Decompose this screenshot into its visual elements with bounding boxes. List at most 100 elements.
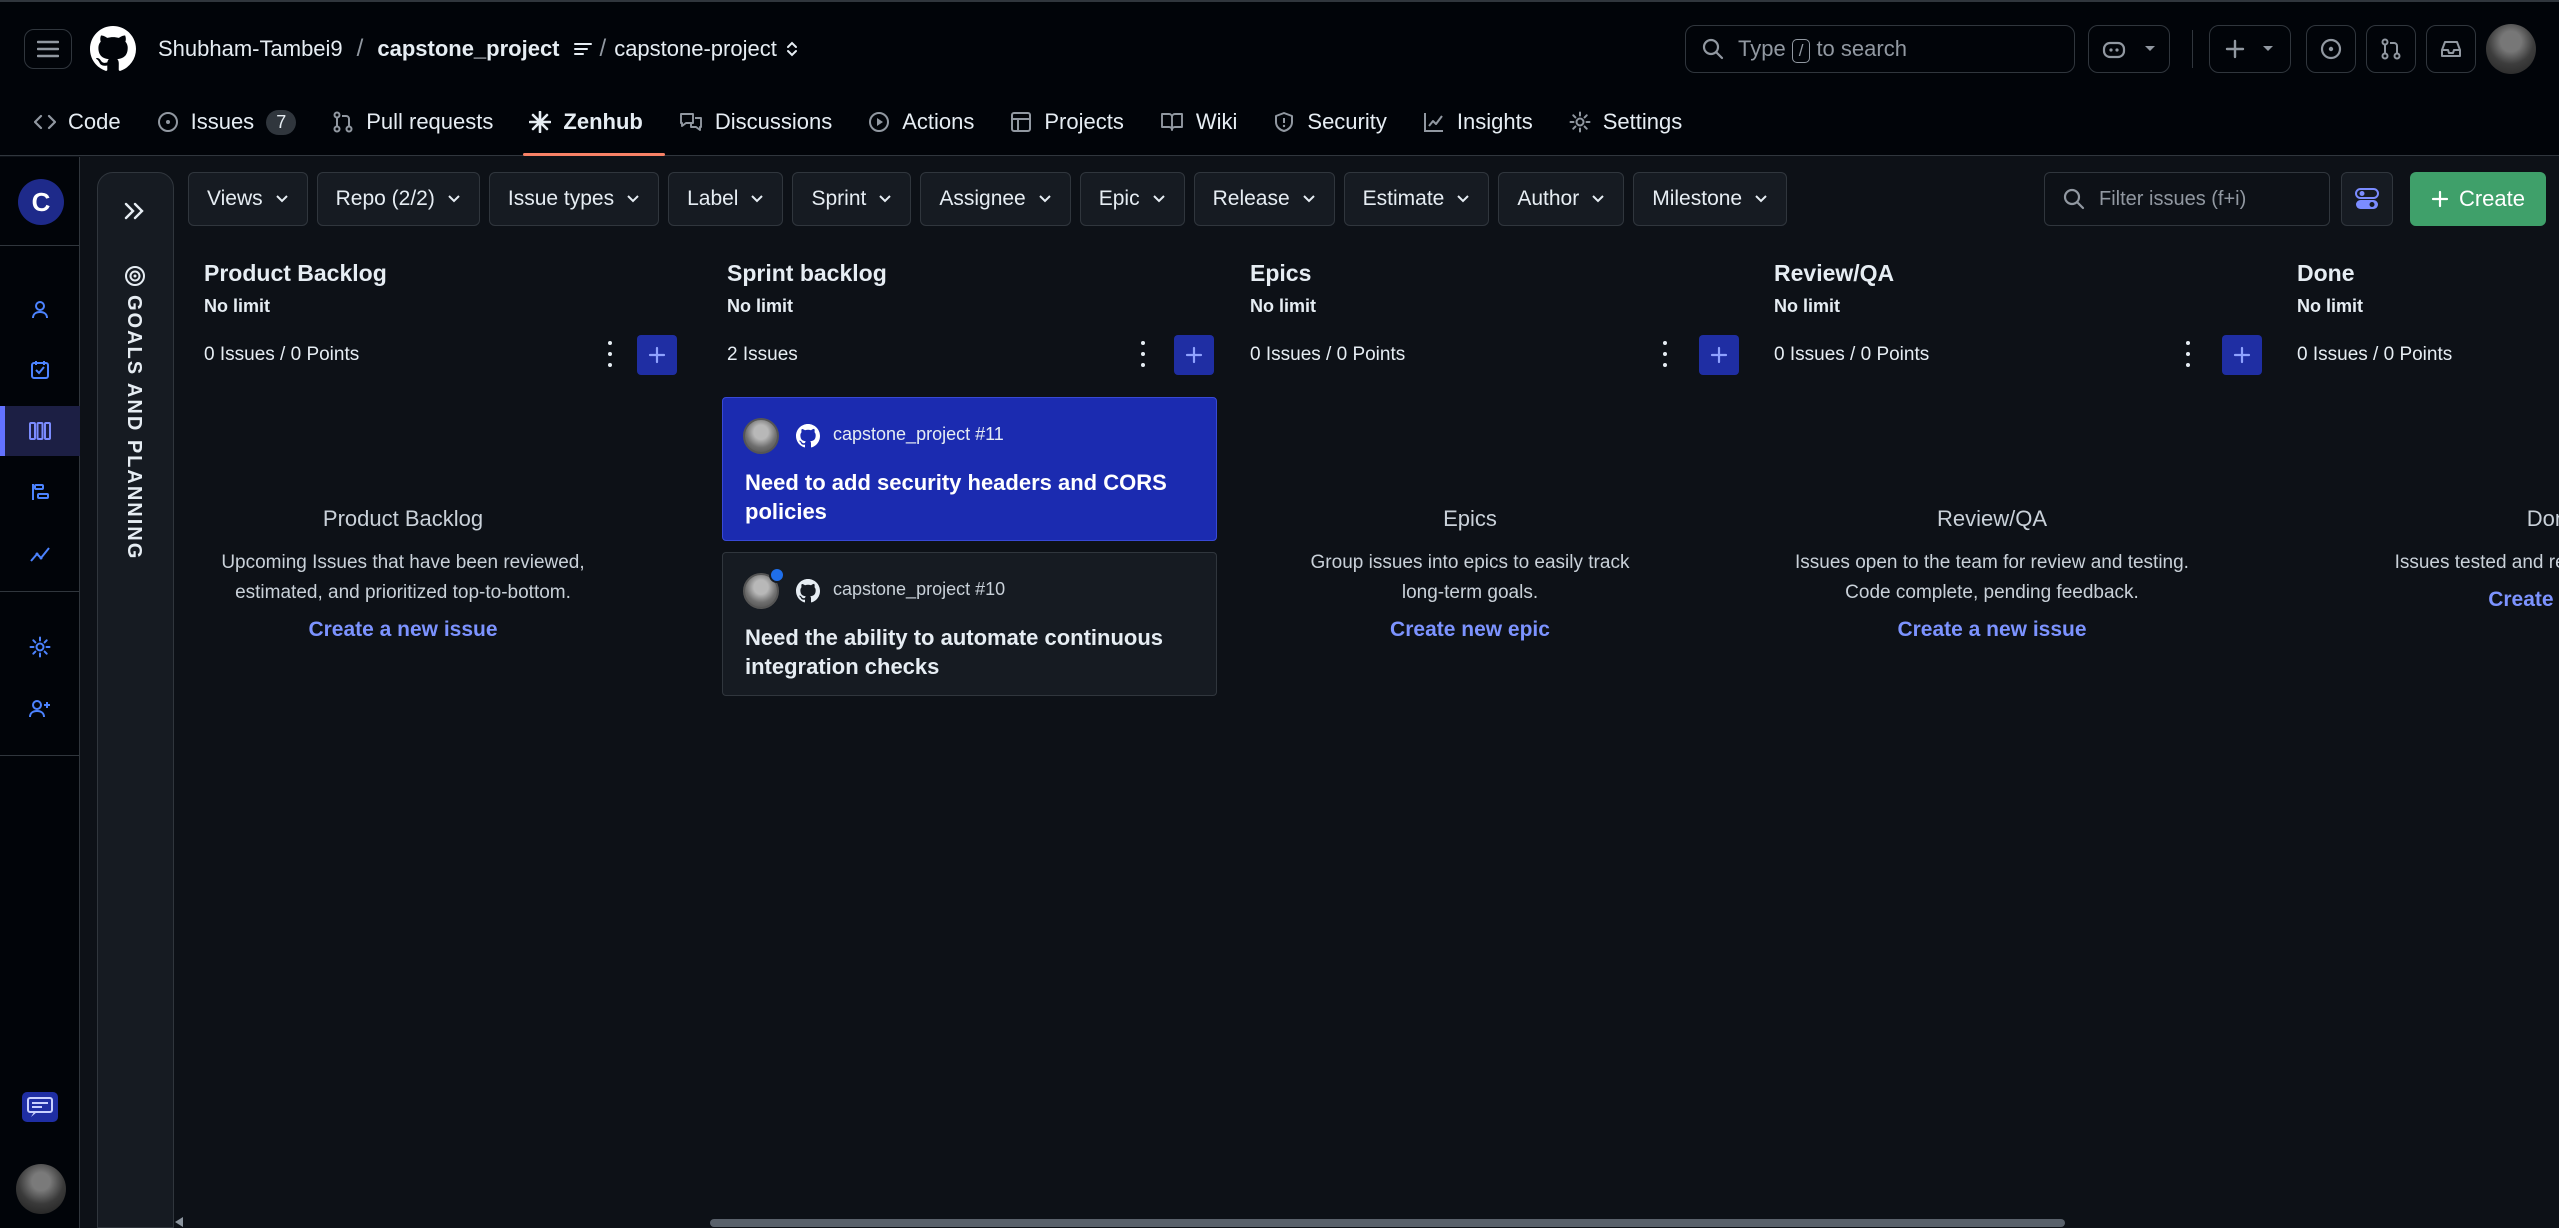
workspace-avatar[interactable]: C: [18, 179, 64, 225]
chevron-down-icon: [448, 195, 460, 203]
tab-projects[interactable]: Projects: [1010, 100, 1139, 144]
code-icon: [34, 114, 56, 130]
create-button[interactable]: Create: [2410, 172, 2546, 226]
kebab-dot: [1663, 352, 1667, 356]
create-issue-link[interactable]: Create a new issue: [188, 618, 618, 642]
list-icon: [573, 43, 592, 55]
git-pull-request-icon: [2381, 38, 2401, 60]
filter-issue-types[interactable]: Issue types: [488, 172, 660, 226]
sidebar-item-roadmap[interactable]: [0, 467, 80, 517]
github-logo-icon[interactable]: [90, 26, 136, 72]
add-issue-button[interactable]: [1174, 335, 1214, 375]
project-selector[interactable]: / capstone-project: [573, 35, 799, 63]
inbox-button[interactable]: [2426, 25, 2476, 73]
pull-requests-button[interactable]: [2366, 25, 2416, 73]
create-issue-link[interactable]: Create a new issue: [1772, 618, 2212, 642]
toggle-icon: [2355, 188, 2379, 209]
repo-link[interactable]: capstone_project: [377, 36, 559, 62]
gear-icon: [29, 636, 51, 658]
add-issue-button[interactable]: [2222, 335, 2262, 375]
view-settings-button[interactable]: [2341, 172, 2393, 226]
tab-wiki[interactable]: Wiki: [1160, 100, 1254, 144]
column-menu-button[interactable]: [604, 341, 616, 367]
filter-epic[interactable]: Epic: [1079, 172, 1185, 226]
filter-estimate[interactable]: Estimate: [1343, 172, 1490, 226]
filter-issues-input[interactable]: Filter issues (f+i): [2044, 172, 2330, 226]
tab-issues[interactable]: Issues 7: [157, 100, 313, 144]
filter-label: Author: [1517, 187, 1580, 210]
issue-opened-icon: [2320, 38, 2342, 60]
column-menu-button[interactable]: [1137, 341, 1149, 367]
filter-label[interactable]: Label: [668, 172, 784, 226]
issues-button[interactable]: [2306, 25, 2356, 73]
create-issue-link[interactable]: Create a new: [2333, 588, 2559, 612]
plus-icon: [2233, 346, 2251, 364]
column-title: Review/QA: [1774, 260, 1895, 286]
github-icon: [796, 579, 820, 603]
tab-pull-requests[interactable]: Pull requests: [332, 100, 509, 144]
sidebar-item-board[interactable]: [0, 406, 80, 456]
kebab-dot: [608, 341, 612, 345]
roadmap-icon: [32, 484, 49, 500]
filter-sprint[interactable]: Sprint: [792, 172, 912, 226]
create-epic-link[interactable]: Create new epic: [1250, 618, 1690, 642]
plus-icon: [1710, 346, 1728, 364]
sidebar-item-reports[interactable]: [0, 529, 80, 579]
sidebar-item-tasks[interactable]: [0, 345, 80, 395]
tab-zenhub[interactable]: Zenhub: [523, 100, 666, 156]
tab-security[interactable]: Security: [1273, 100, 1402, 144]
tab-insights[interactable]: Insights: [1423, 100, 1549, 144]
column-count: 2 Issues: [727, 344, 798, 365]
chevron-down-icon: [1755, 195, 1767, 203]
divider: [0, 245, 80, 246]
copilot-button[interactable]: [2088, 25, 2170, 73]
tab-settings[interactable]: Settings: [1569, 100, 1699, 144]
search-input[interactable]: Type / to search: [1685, 25, 2075, 73]
assignee-avatar: [743, 418, 779, 454]
empty-state: Product Backlog Upcoming Issues that hav…: [188, 506, 618, 642]
tab-code[interactable]: Code: [34, 100, 137, 144]
scrollbar-thumb[interactable]: [710, 1219, 2065, 1227]
tab-discussions[interactable]: Discussions: [679, 100, 848, 144]
owner-link[interactable]: Shubham-Tambei9: [158, 36, 343, 62]
column-limit: No limit: [204, 296, 270, 316]
scroll-left-icon[interactable]: [175, 1217, 183, 1227]
sidebar-item-feedback[interactable]: [0, 1082, 80, 1132]
issue-card[interactable]: capstone_project #10 Need the ability to…: [722, 552, 1217, 696]
empty-title: Product Backlog: [322, 506, 484, 531]
column-menu-button[interactable]: [2182, 341, 2194, 367]
filter-repo[interactable]: Repo (2/2): [316, 172, 480, 226]
add-issue-button[interactable]: [1699, 335, 1739, 375]
filter-author[interactable]: Author: [1498, 172, 1625, 226]
sidebar-item-people[interactable]: [0, 285, 80, 335]
filter-bar: Views Repo (2/2) Issue types Label Sprin…: [188, 172, 1788, 226]
tab-label: Security: [1307, 109, 1387, 134]
chevron-down-icon: [1302, 195, 1315, 203]
chevron-double-right-icon[interactable]: [123, 201, 145, 221]
issue-card[interactable]: capstone_project #11 Need to add securit…: [722, 397, 1217, 541]
issue-title[interactable]: Need to add security headers and CORS po…: [745, 468, 1205, 526]
filter-views[interactable]: Views: [188, 172, 308, 226]
sidebar-item-settings[interactable]: [0, 622, 80, 672]
user-avatar[interactable]: [16, 1164, 66, 1214]
filter-assignee[interactable]: Assignee: [920, 172, 1071, 226]
empty-title: Review/QA: [1936, 506, 2048, 531]
sidebar-item-invite[interactable]: [0, 684, 80, 734]
horizontal-scrollbar[interactable]: [175, 1216, 2559, 1228]
git-pull-request-icon: [333, 111, 353, 133]
issue-title[interactable]: Need the ability to automate continuous …: [745, 623, 1205, 681]
menu-button[interactable]: [24, 29, 72, 69]
column-menu-button[interactable]: [1659, 341, 1671, 367]
filter-release[interactable]: Release: [1193, 172, 1335, 226]
empty-description: Upcoming Issues that have been reviewed,…: [221, 552, 585, 603]
breadcrumb-separator: /: [356, 35, 364, 62]
add-issue-button[interactable]: [637, 335, 677, 375]
kebab-dot: [1141, 341, 1145, 345]
empty-description: Group issues into epics to easily track …: [1310, 552, 1630, 603]
user-avatar[interactable]: [2486, 24, 2536, 74]
create-label: Create: [2458, 186, 2526, 211]
tab-actions[interactable]: Actions: [868, 100, 990, 144]
column-limit: No limit: [1250, 296, 1316, 316]
filter-milestone[interactable]: Milestone: [1633, 172, 1788, 226]
create-new-button[interactable]: [2209, 25, 2291, 73]
